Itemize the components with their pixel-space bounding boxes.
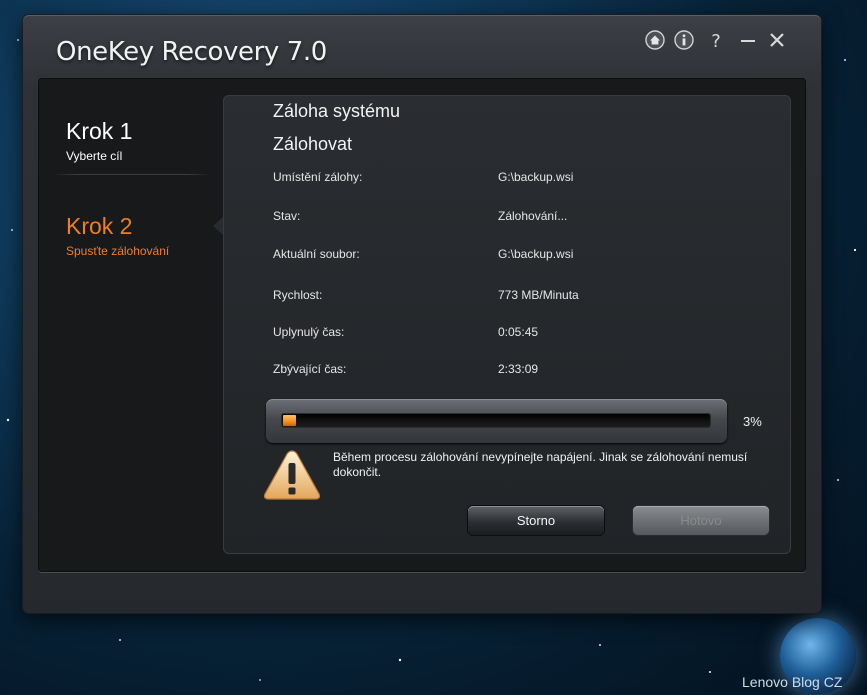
progress-track (282, 414, 710, 427)
svg-text:?: ? (711, 31, 721, 50)
speed-value: 773 MB/Minuta (498, 288, 579, 302)
status-label: Stav: (273, 209, 301, 223)
warning-icon (263, 450, 321, 500)
step-2-subtitle: Spusťte zálohování (66, 244, 170, 258)
close-icon (770, 33, 784, 47)
panel-subheading: Zálohovat (273, 134, 353, 154)
elapsed-value: 0:05:45 (498, 325, 539, 339)
cancel-button[interactable]: Storno (468, 506, 604, 535)
info-button[interactable] (674, 30, 694, 50)
done-button[interactable]: Hotovo (633, 506, 769, 535)
remaining-label: Zbývající čas: (273, 362, 347, 376)
step-2: Krok 2 Spusťte zálohování (66, 213, 169, 258)
elapsed-label: Uplynulý čas: (273, 325, 345, 339)
warning-message: Během procesu zálohování nevypínejte nap… (333, 450, 748, 479)
step-divider (53, 174, 211, 175)
close-button[interactable] (767, 30, 787, 50)
location-label: Umístění zálohy: (273, 170, 363, 184)
step-1-subtitle: Vyberte cíl (66, 149, 123, 163)
progress-bar (266, 399, 727, 443)
location-value: G:\backup.wsi (498, 170, 574, 184)
minimize-button[interactable] (738, 30, 758, 50)
panel-heading: Záloha systému (273, 101, 401, 121)
step-1-title: Krok 1 (66, 118, 133, 144)
progress-fill (283, 415, 296, 426)
backup-panel: Záloha systému Zálohovat Umístění zálohy… (223, 95, 791, 554)
minimize-icon (741, 40, 755, 42)
step-1: Krok 1 Vyberte cíl (66, 118, 132, 163)
current-file-label: Aktuální soubor: (273, 247, 360, 261)
step-2-title: Krok 2 (66, 213, 133, 239)
content-area: Krok 1 Vyberte cíl Krok 2 Spusťte záloho… (38, 78, 806, 572)
progress-percent: 3% (743, 414, 762, 429)
help-button[interactable]: ? (706, 30, 726, 50)
watermark: Lenovo Blog CZ (742, 674, 843, 690)
remaining-value: 2:33:09 (498, 362, 539, 376)
info-icon (674, 30, 694, 50)
home-icon (645, 30, 665, 50)
home-button[interactable] (645, 30, 665, 50)
app-window: OneKey Recovery 7.0 ? Krok 1 Vyberte cíl (23, 15, 821, 613)
help-icon: ? (711, 31, 721, 50)
speed-label: Rychlost: (273, 288, 323, 302)
status-value: Zálohování... (498, 209, 568, 223)
window-title: OneKey Recovery 7.0 (56, 37, 327, 67)
current-file-value: G:\backup.wsi (498, 247, 574, 261)
